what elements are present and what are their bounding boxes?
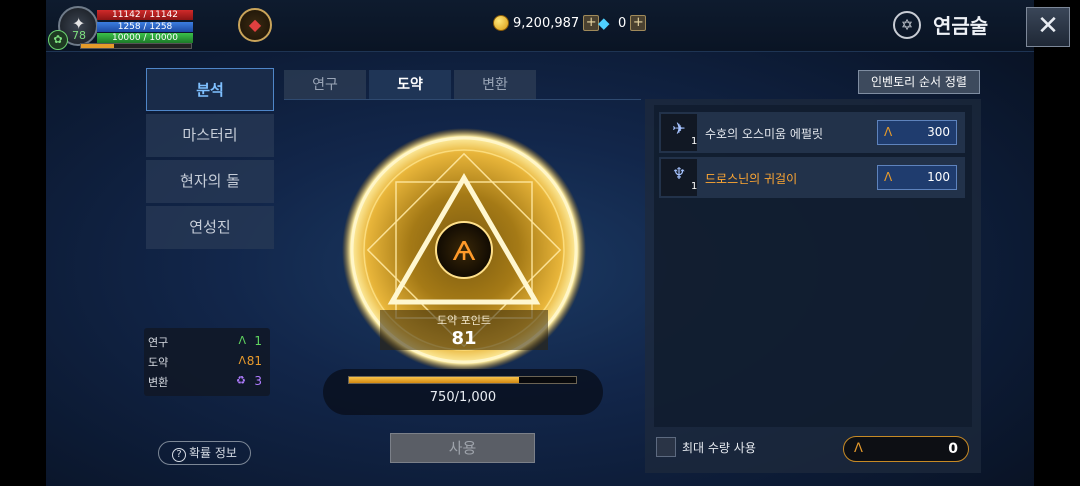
diamond-currency: ◆ 0 + bbox=[598, 14, 647, 32]
stamina-bar: 10000 / 10000 bbox=[97, 33, 193, 43]
leap-point-icon: ᐱ bbox=[884, 125, 893, 139]
status-badge: ✿ bbox=[48, 30, 68, 50]
tab-transform[interactable]: 변환 bbox=[454, 70, 536, 100]
use-button[interactable]: 사용 bbox=[390, 433, 535, 463]
item-point-value: ᐱ 100 bbox=[877, 165, 957, 190]
item-name: 수호의 오스미움 에펄릿 bbox=[705, 127, 824, 141]
screen-bezel-right bbox=[1034, 0, 1080, 486]
gold-amount: 9,200,987 bbox=[513, 15, 580, 31]
leap-point-label: 도약 포인트 bbox=[436, 314, 492, 327]
total-points-display: ᐱ 0 bbox=[843, 436, 969, 462]
tab-research[interactable]: 연구 bbox=[284, 70, 366, 100]
tab-leap[interactable]: 도약 bbox=[369, 70, 451, 100]
guild-emblem-icon[interactable]: ◆ bbox=[238, 8, 272, 42]
list-item[interactable]: ✈ 1 수호의 오스미움 에펄릿 ᐱ 300 bbox=[659, 112, 965, 153]
transform-point-icon: ♻ bbox=[236, 374, 246, 387]
menu-item-philosophers-stone[interactable]: 현자의 돌 bbox=[146, 160, 274, 203]
svg-text:Ѧ: Ѧ bbox=[453, 237, 476, 267]
add-diamond-button[interactable]: + bbox=[630, 15, 647, 31]
exp-bar bbox=[80, 43, 192, 49]
leap-point-icon: ᐱ bbox=[884, 170, 893, 184]
leap-point-icon: ᐱ bbox=[854, 441, 863, 456]
leap-points-row: 도약 ᐱ 81 bbox=[148, 354, 262, 369]
inventory-list bbox=[654, 105, 972, 427]
probability-info-button[interactable]: ? 확률 정보 bbox=[158, 441, 251, 465]
research-point-icon: ᐱ bbox=[238, 334, 246, 347]
max-quantity-checkbox[interactable] bbox=[656, 437, 676, 457]
diamond-icon: ◆ bbox=[598, 14, 610, 32]
transform-points-row: 변환 ♻ 3 bbox=[148, 374, 262, 389]
list-item[interactable]: ♆ 1 드로스닌의 귀걸이 ᐱ 100 bbox=[659, 157, 965, 198]
alchemy-icon: ✡ bbox=[893, 10, 921, 39]
question-icon: ? bbox=[172, 448, 186, 462]
tab-divider bbox=[284, 99, 641, 100]
menu-item-mastery[interactable]: 마스터리 bbox=[146, 114, 274, 157]
leap-point-value: 81 bbox=[451, 328, 477, 349]
item-name: 드로스닌의 귀걸이 bbox=[705, 172, 798, 186]
menu-item-transmutation-circle[interactable]: 연성진 bbox=[146, 206, 274, 249]
character-level: 78 bbox=[72, 29, 86, 42]
leap-point-icon: ᐱ bbox=[238, 354, 246, 367]
menu-item-analysis[interactable]: 분석 bbox=[146, 68, 274, 111]
total-points-value: 0 bbox=[948, 441, 958, 457]
page-title-area: ✡ 연금술 bbox=[893, 10, 988, 39]
gold-coin-icon bbox=[493, 15, 509, 31]
hp-bar: 11142 / 11142 bbox=[97, 10, 193, 20]
sort-inventory-button[interactable]: 인벤토리 순서 정렬 bbox=[858, 70, 980, 94]
progress-bar bbox=[348, 376, 577, 384]
diamond-amount: 0 bbox=[618, 15, 627, 31]
close-button[interactable]: ✕ bbox=[1026, 7, 1070, 47]
item-point-value: ᐱ 300 bbox=[877, 120, 957, 145]
progress-fill bbox=[349, 377, 520, 383]
page-title: 연금술 bbox=[933, 14, 989, 38]
add-gold-button[interactable]: + bbox=[583, 15, 600, 31]
screen-bezel-left bbox=[0, 0, 46, 486]
progress-text: 750/1,000 bbox=[429, 390, 497, 405]
max-quantity-label: 최대 수량 사용 bbox=[682, 441, 756, 455]
gold-currency: 9,200,987 + bbox=[493, 15, 600, 31]
mp-bar: 1258 / 1258 bbox=[97, 22, 193, 32]
research-points-row: 연구 ᐱ 1 bbox=[148, 334, 262, 349]
leap-point-panel: 도약 포인트 81 bbox=[380, 310, 548, 350]
